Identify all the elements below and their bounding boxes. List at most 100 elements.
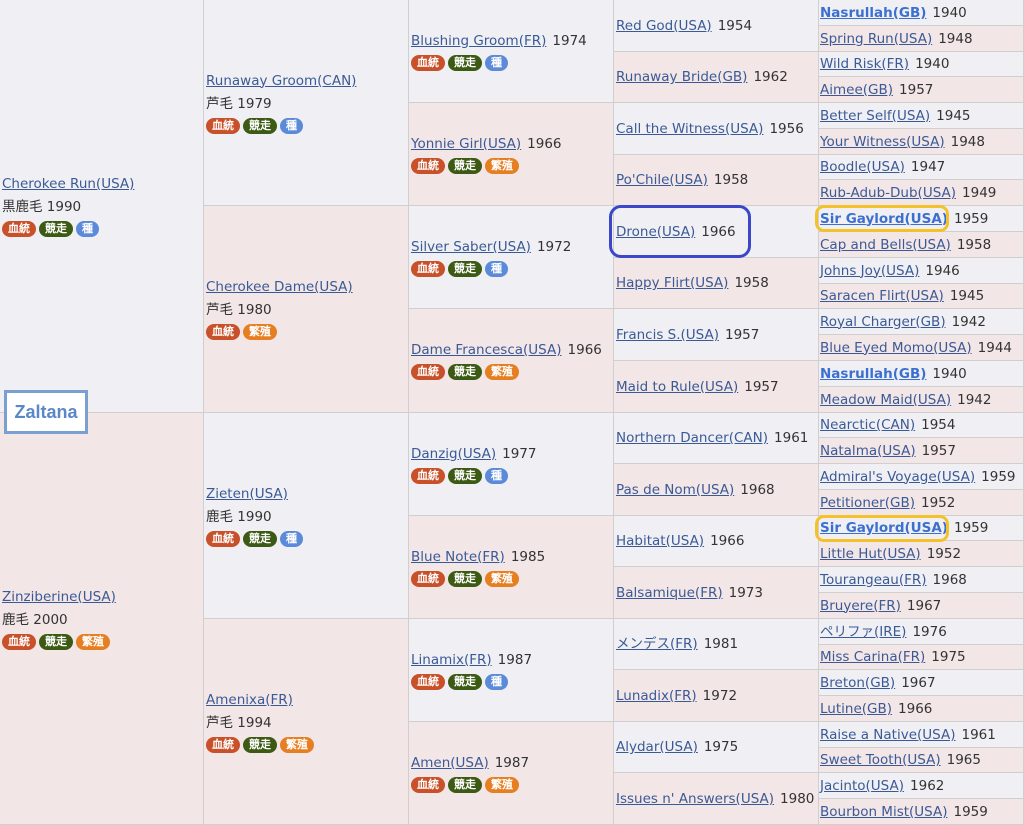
horse-name-link[interactable]: Nasrullah(GB) bbox=[820, 5, 926, 21]
badge-kyoso[interactable]: 競走 bbox=[448, 673, 482, 690]
horse-name-link[interactable]: Issues n' Answers(USA) bbox=[616, 791, 774, 807]
horse-name-link[interactable]: Sir Gaylord(USA) bbox=[820, 520, 948, 536]
horse-name-link[interactable]: Silver Saber(USA) bbox=[411, 239, 531, 255]
badge-ketto[interactable]: 血統 bbox=[411, 673, 445, 690]
badge-hanshoku[interactable]: 繁殖 bbox=[243, 324, 277, 340]
horse-name-link[interactable]: Aimee(GB) bbox=[820, 82, 893, 98]
badge-ketto[interactable]: 血統 bbox=[2, 633, 36, 650]
horse-name-link[interactable]: Lutine(GB) bbox=[820, 701, 892, 717]
badge-hanshoku[interactable]: 繁殖 bbox=[485, 776, 519, 793]
horse-name-link[interactable]: Blue Eyed Momo(USA) bbox=[820, 340, 972, 356]
horse-name-link[interactable]: Spring Run(USA) bbox=[820, 31, 932, 47]
horse-name-link[interactable]: Jacinto(USA) bbox=[820, 778, 904, 794]
badge-shu[interactable]: 種 bbox=[280, 117, 303, 134]
badge-ketto[interactable]: 血統 bbox=[206, 530, 240, 547]
badge-kyoso[interactable]: 競走 bbox=[243, 736, 277, 753]
badge-shu[interactable]: 種 bbox=[485, 54, 508, 71]
horse-name-link[interactable]: Happy Flirt(USA) bbox=[616, 275, 728, 291]
horse-name-link[interactable]: Maid to Rule(USA) bbox=[616, 379, 738, 395]
horse-name-link[interactable]: Bourbon Mist(USA) bbox=[820, 804, 948, 820]
badge-ketto[interactable]: 血統 bbox=[411, 570, 445, 587]
horse-name-link[interactable]: Dame Francesca(USA) bbox=[411, 342, 562, 358]
horse-name-link[interactable]: Linamix(FR) bbox=[411, 652, 492, 668]
horse-name-link[interactable]: Wild Risk(FR) bbox=[820, 56, 909, 72]
horse-name-link[interactable]: Cherokee Run(USA) bbox=[2, 176, 134, 192]
badge-ketto[interactable]: 血統 bbox=[411, 157, 445, 174]
horse-name-link[interactable]: Zinziberine(USA) bbox=[2, 589, 116, 605]
horse-name-link[interactable]: Johns Joy(USA) bbox=[820, 263, 919, 279]
horse-name-link[interactable]: Runaway Groom(CAN) bbox=[206, 73, 356, 89]
horse-name-link[interactable]: Royal Charger(GB) bbox=[820, 314, 946, 330]
horse-name-link[interactable]: Northern Dancer(CAN) bbox=[616, 430, 768, 446]
horse-name-link[interactable]: Habitat(USA) bbox=[616, 533, 704, 549]
badge-kyoso[interactable]: 競走 bbox=[448, 364, 482, 380]
badge-hanshoku[interactable]: 繁殖 bbox=[485, 157, 519, 174]
horse-name-link[interactable]: Amenixa(FR) bbox=[206, 692, 293, 708]
badge-kyoso[interactable]: 競走 bbox=[448, 467, 482, 484]
badge-kyoso[interactable]: 競走 bbox=[39, 633, 73, 650]
horse-name-link[interactable]: Danzig(USA) bbox=[411, 446, 496, 462]
badge-hanshoku[interactable]: 繁殖 bbox=[485, 570, 519, 587]
horse-name-link[interactable]: Yonnie Girl(USA) bbox=[411, 136, 521, 152]
badge-ketto[interactable]: 血統 bbox=[411, 260, 445, 277]
horse-name-link[interactable]: Natalma(USA) bbox=[820, 443, 916, 459]
badge-hanshoku[interactable]: 繁殖 bbox=[76, 633, 110, 650]
badge-kyoso[interactable]: 競走 bbox=[448, 157, 482, 174]
badge-kyoso[interactable]: 競走 bbox=[243, 117, 277, 134]
horse-name-link[interactable]: Nearctic(CAN) bbox=[820, 417, 915, 433]
horse-name-link[interactable]: Petitioner(GB) bbox=[820, 495, 915, 511]
horse-name-link[interactable]: Pas de Nom(USA) bbox=[616, 482, 734, 498]
horse-name-link[interactable]: Cherokee Dame(USA) bbox=[206, 279, 353, 295]
horse-name-link[interactable]: Tourangeau(FR) bbox=[820, 572, 927, 588]
horse-name-link[interactable]: ペリファ(IRE) bbox=[820, 624, 906, 640]
badge-shu[interactable]: 種 bbox=[280, 530, 303, 547]
horse-name-link[interactable]: Amen(USA) bbox=[411, 755, 489, 771]
badge-kyoso[interactable]: 競走 bbox=[448, 570, 482, 587]
horse-name-link[interactable]: Call the Witness(USA) bbox=[616, 121, 763, 137]
horse-name-link[interactable]: Your Witness(USA) bbox=[820, 134, 945, 150]
badge-ketto[interactable]: 血統 bbox=[411, 54, 445, 71]
badge-kyoso[interactable]: 競走 bbox=[243, 530, 277, 547]
horse-name-link[interactable]: Francis S.(USA) bbox=[616, 327, 719, 343]
horse-name-link[interactable]: Cap and Bells(USA) bbox=[820, 237, 951, 253]
horse-name-link[interactable]: Nasrullah(GB) bbox=[820, 366, 926, 382]
horse-name-link[interactable]: Boodle(USA) bbox=[820, 159, 905, 175]
badge-ketto[interactable]: 血統 bbox=[411, 776, 445, 793]
badge-hanshoku[interactable]: 繁殖 bbox=[485, 364, 519, 380]
badge-shu[interactable]: 種 bbox=[76, 221, 99, 237]
horse-name-link[interactable]: Sir Gaylord(USA) bbox=[820, 211, 948, 227]
badge-ketto[interactable]: 血統 bbox=[206, 736, 240, 753]
horse-name-link[interactable]: メンデス(FR) bbox=[616, 636, 698, 652]
badge-shu[interactable]: 種 bbox=[485, 467, 508, 484]
badge-ketto[interactable]: 血統 bbox=[411, 364, 445, 380]
badge-kyoso[interactable]: 競走 bbox=[448, 54, 482, 71]
horse-name-link[interactable]: Red God(USA) bbox=[616, 18, 712, 34]
badge-shu[interactable]: 種 bbox=[485, 260, 508, 277]
horse-name-link[interactable]: Bruyere(FR) bbox=[820, 598, 901, 614]
horse-name-link[interactable]: Balsamique(FR) bbox=[616, 585, 723, 601]
horse-name-link[interactable]: Rub-Adub-Dub(USA) bbox=[820, 185, 956, 201]
horse-name-link[interactable]: Po'Chile(USA) bbox=[616, 172, 708, 188]
badge-ketto[interactable]: 血統 bbox=[206, 324, 240, 340]
horse-name-link[interactable]: Saracen Flirt(USA) bbox=[820, 288, 944, 304]
horse-name-link[interactable]: Alydar(USA) bbox=[616, 739, 698, 755]
horse-name-link[interactable]: Little Hut(USA) bbox=[820, 546, 921, 562]
horse-name-link[interactable]: Sweet Tooth(USA) bbox=[820, 752, 941, 768]
horse-name-link[interactable]: Breton(GB) bbox=[820, 675, 895, 691]
horse-name-link[interactable]: Zieten(USA) bbox=[206, 486, 288, 502]
badge-ketto[interactable]: 血統 bbox=[411, 467, 445, 484]
badge-hanshoku[interactable]: 繁殖 bbox=[280, 736, 314, 753]
badge-kyoso[interactable]: 競走 bbox=[448, 260, 482, 277]
horse-name-link[interactable]: Lunadix(FR) bbox=[616, 688, 697, 704]
horse-name-link[interactable]: Better Self(USA) bbox=[820, 108, 930, 124]
horse-name-link[interactable]: Admiral's Voyage(USA) bbox=[820, 469, 975, 485]
horse-name-link[interactable]: Drone(USA) bbox=[616, 224, 695, 240]
horse-name-link[interactable]: Raise a Native(USA) bbox=[820, 727, 955, 743]
badge-kyoso[interactable]: 競走 bbox=[39, 221, 73, 237]
horse-name-link[interactable]: Meadow Maid(USA) bbox=[820, 392, 951, 408]
horse-name-link[interactable]: Runaway Bride(GB) bbox=[616, 69, 747, 85]
badge-ketto[interactable]: 血統 bbox=[2, 221, 36, 237]
badge-shu[interactable]: 種 bbox=[485, 673, 508, 690]
badge-ketto[interactable]: 血統 bbox=[206, 117, 240, 134]
horse-name-link[interactable]: Blue Note(FR) bbox=[411, 549, 505, 565]
